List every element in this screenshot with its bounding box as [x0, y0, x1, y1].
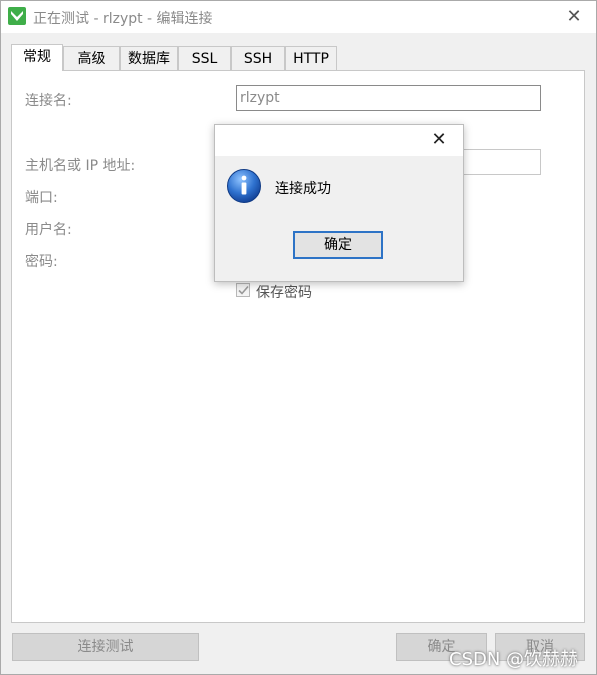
dialog-ok-button[interactable]: 确定: [293, 231, 383, 259]
dialog-close-icon[interactable]: ✕: [428, 129, 450, 151]
info-icon: [226, 168, 262, 204]
watermark-text: CSDN @饮赫赫: [449, 649, 579, 670]
dialog-message: 连接成功: [275, 181, 331, 197]
tab-general[interactable]: 常规: [11, 44, 63, 71]
modal-overlay: ✕ 连接成功 确定: [0, 0, 597, 675]
connection-success-dialog: ✕ 连接成功 确定: [214, 124, 464, 282]
dialog-title-bar: ✕: [215, 125, 463, 156]
